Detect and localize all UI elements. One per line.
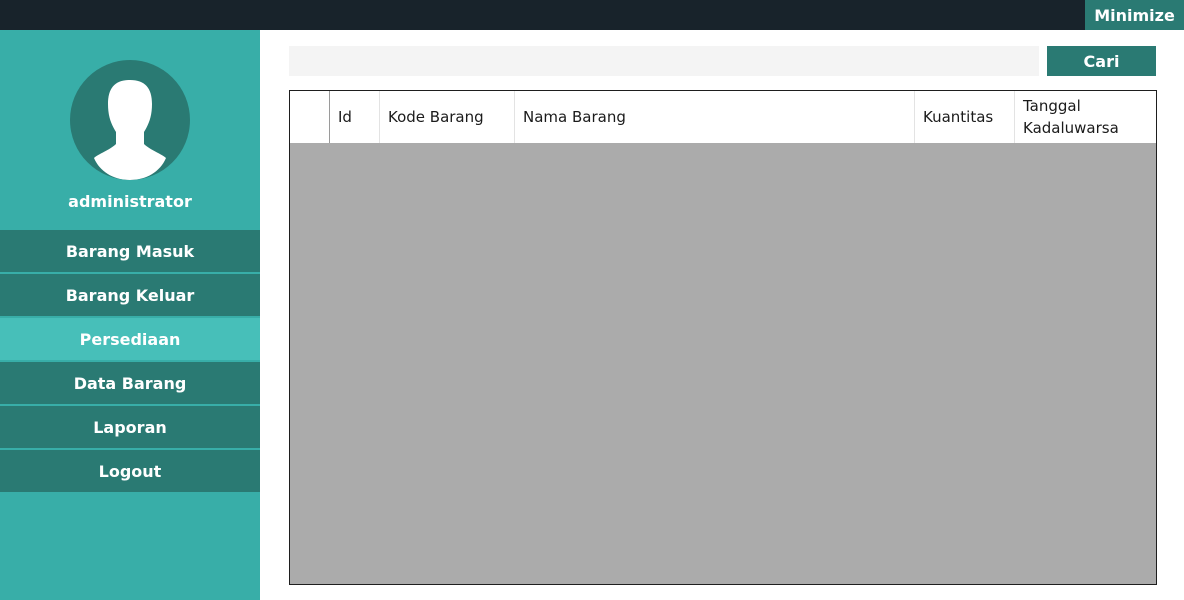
table-header: Id Kode Barang Nama Barang Kuantitas Tan… [290,91,1156,143]
search-button[interactable]: Cari [1047,46,1156,76]
column-header-kode-barang[interactable]: Kode Barang [380,91,515,143]
user-avatar-icon [70,60,190,180]
username-label: administrator [68,192,192,211]
sidebar-item-laporan[interactable]: Laporan [0,406,260,448]
row-header-column [290,91,330,143]
inventory-table[interactable]: Id Kode Barang Nama Barang Kuantitas Tan… [289,90,1157,585]
minimize-button[interactable]: Minimize [1085,0,1184,30]
search-input[interactable] [289,46,1039,76]
column-header-nama-barang[interactable]: Nama Barang [515,91,915,143]
sidebar-item-persediaan[interactable]: Persediaan [0,318,260,360]
column-header-kuantitas[interactable]: Kuantitas [915,91,1015,143]
sidebar-item-barang-masuk[interactable]: Barang Masuk [0,230,260,272]
sidebar: administrator Barang Masuk Barang Keluar… [0,30,260,600]
sidebar-item-logout[interactable]: Logout [0,450,260,492]
sidebar-item-data-barang[interactable]: Data Barang [0,362,260,404]
title-bar: Minimize [0,0,1184,30]
sidebar-menu: Barang Masuk Barang Keluar Persediaan Da… [0,230,260,494]
sidebar-item-barang-keluar[interactable]: Barang Keluar [0,274,260,316]
column-header-tanggal-kadaluwarsa[interactable]: Tanggal Kadaluwarsa [1015,91,1156,143]
column-header-id[interactable]: Id [330,91,380,143]
